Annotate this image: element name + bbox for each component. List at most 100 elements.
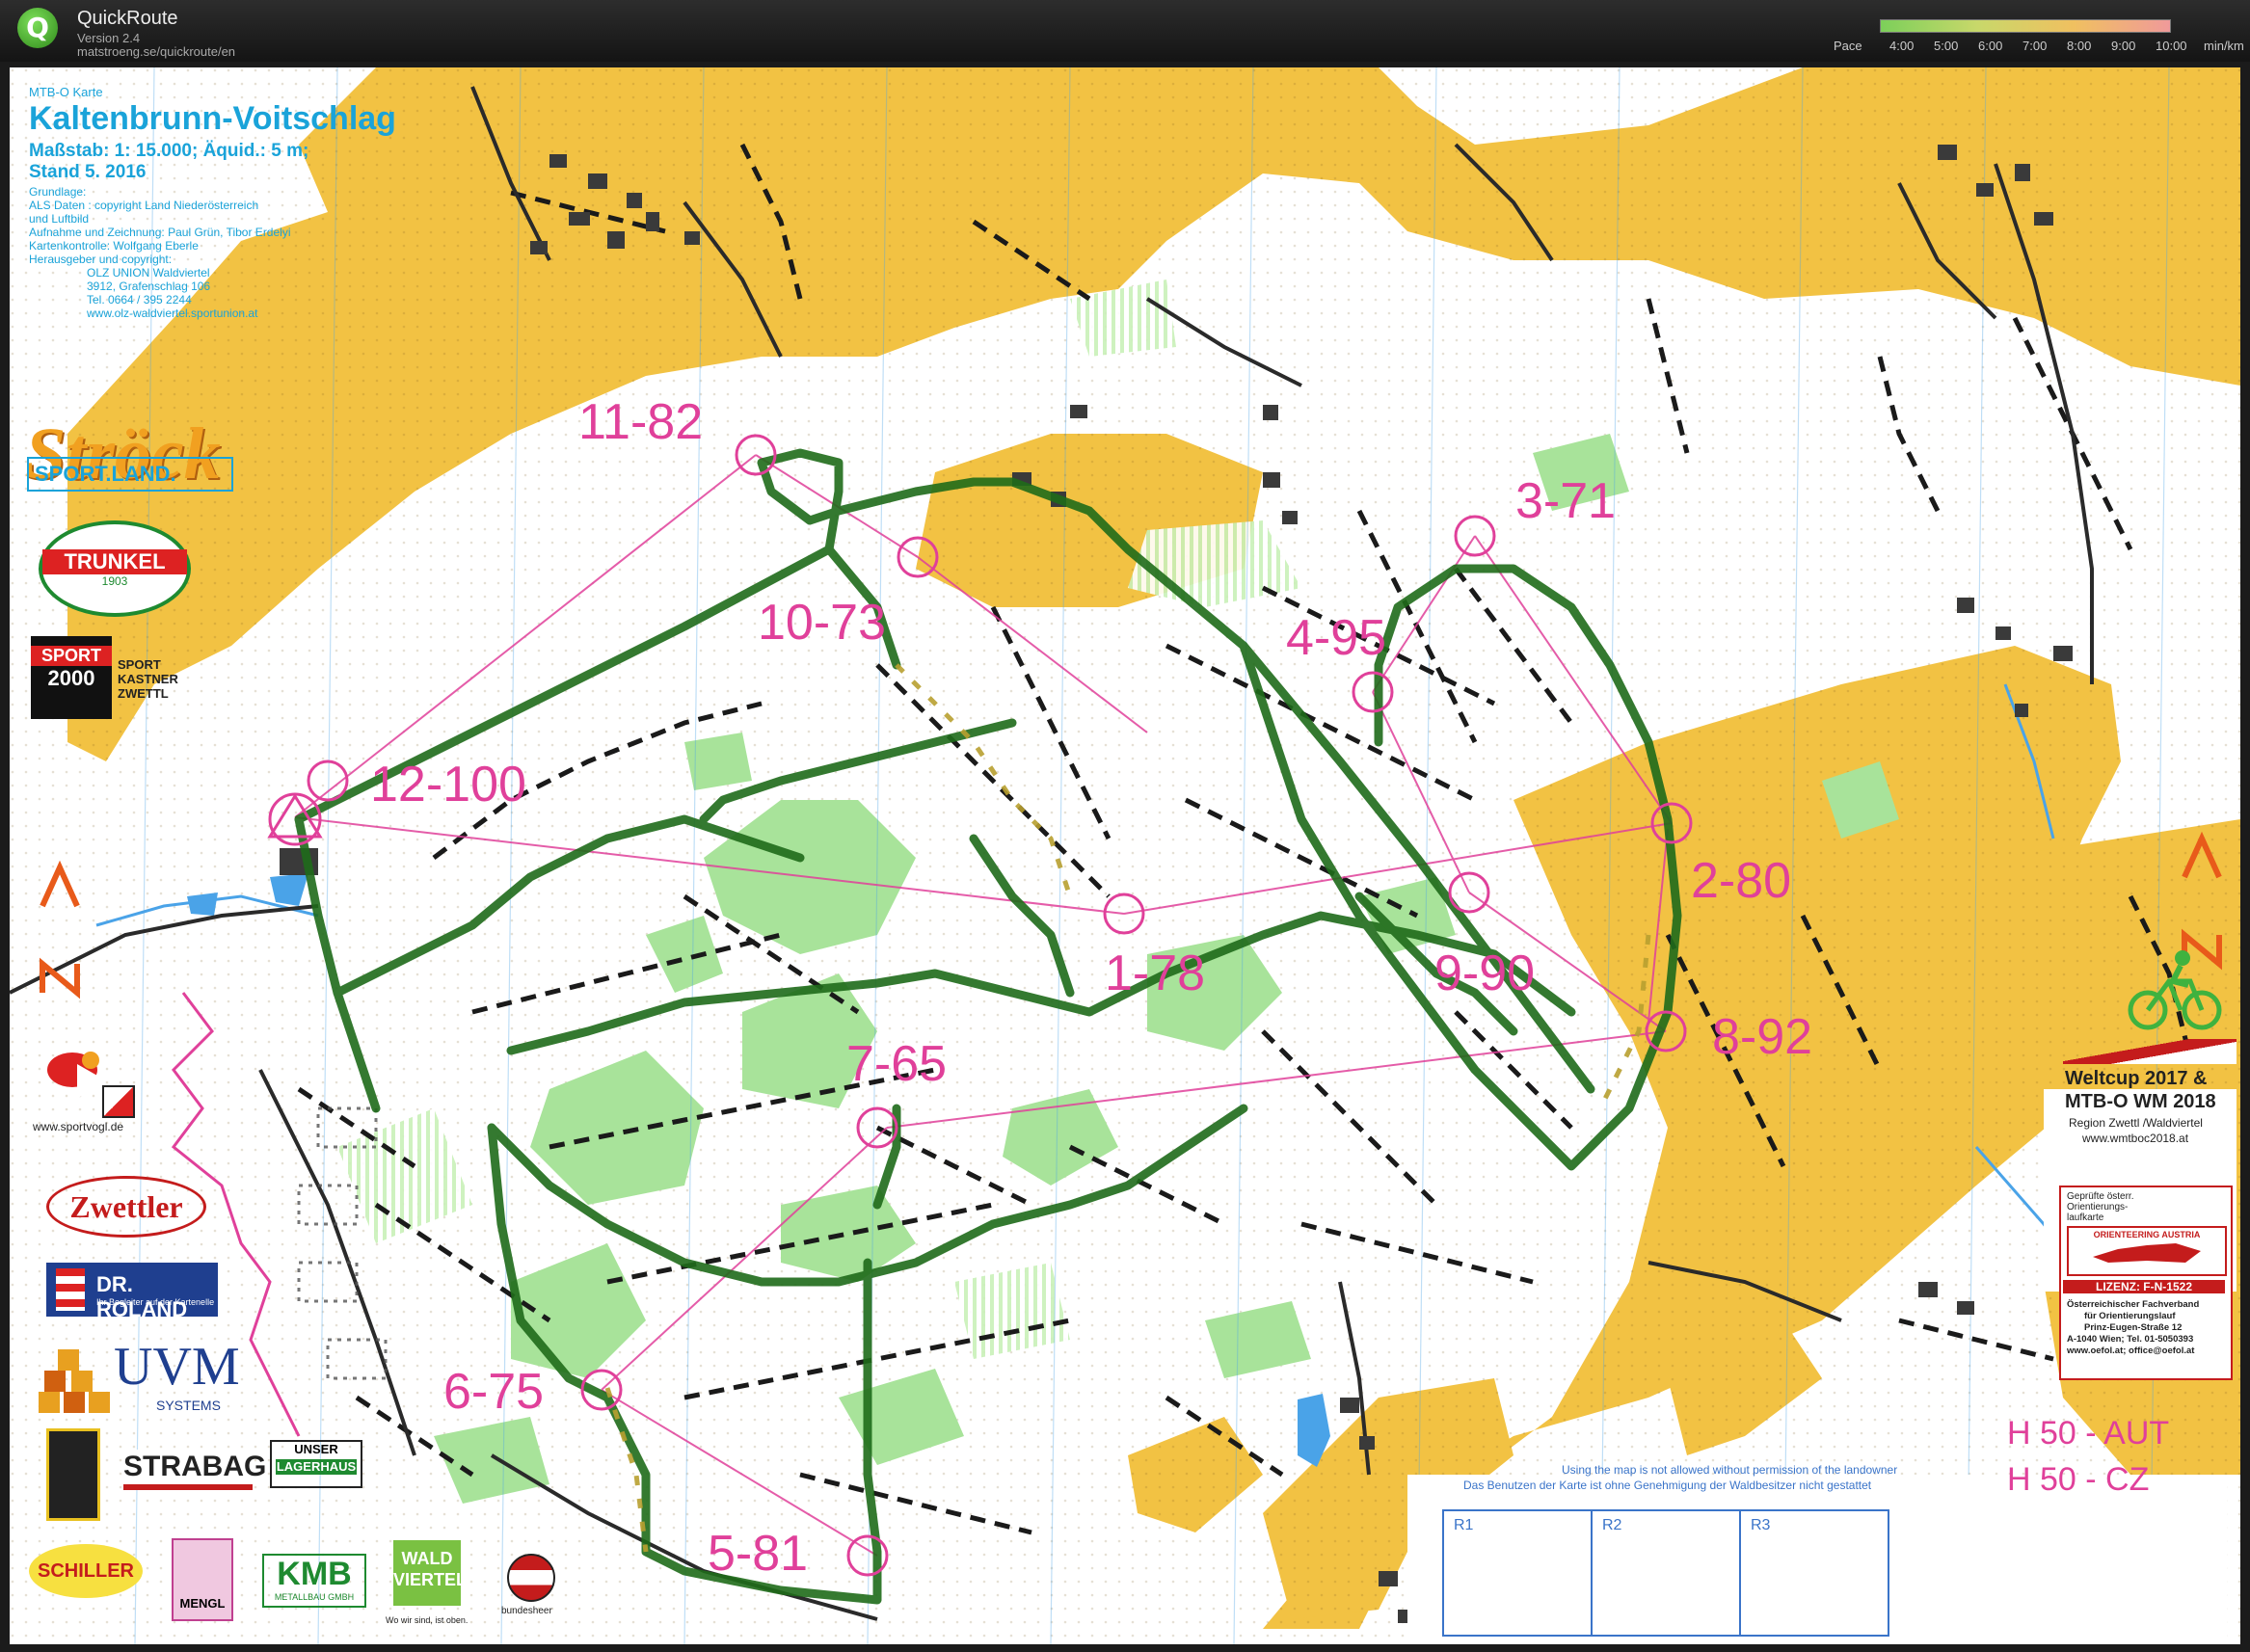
control-label-5: 5-81 bbox=[708, 1526, 809, 1582]
pace-unit: min/km bbox=[2204, 39, 2244, 53]
drroland-logo: DR. ROLAND Ihr Begleiter auf der Kartene… bbox=[46, 1263, 218, 1321]
pace-tick: 6:00 bbox=[1978, 39, 2003, 53]
license-address: Österreichischer Fachverband für Orienti… bbox=[2067, 1299, 2199, 1357]
license-top-line: Geprüfte österr. bbox=[2067, 1191, 2134, 1202]
uvm-sub: SYSTEMS bbox=[156, 1398, 221, 1413]
sportvogl-bird-icon bbox=[39, 1041, 106, 1099]
result-box-1[interactable]: R1 bbox=[1442, 1509, 1593, 1637]
map-scale: Maßstab: 1: 15.000; Äquid.: 5 m; bbox=[29, 141, 309, 161]
uvm-text: UVM bbox=[114, 1337, 240, 1397]
waldviertel-slogan: Wo wir sind, ist oben. bbox=[386, 1615, 469, 1625]
app-title-bar: Q QuickRoute Version 2.4 matstroeng.se/q… bbox=[0, 0, 2250, 62]
license-line: Prinz-Eugen-Straße 12 bbox=[2084, 1322, 2183, 1333]
strabag-logo: STRABAG bbox=[123, 1450, 266, 1490]
schiller-logo: SCHILLER bbox=[29, 1544, 143, 1598]
license-number: LIZENZ: F-N-1522 bbox=[2063, 1280, 2225, 1293]
license-top: Geprüfte österr. Orientierungs- laufkart… bbox=[2067, 1191, 2133, 1223]
map-type-line: MTB-O Karte bbox=[29, 85, 103, 99]
sport2000-top: SPORT bbox=[31, 646, 112, 666]
kastner-text: SPORT KASTNER ZWETTL bbox=[118, 657, 178, 701]
austria-flag-swoosh-icon bbox=[2063, 1039, 2237, 1064]
orienteering-flag-icon bbox=[102, 1085, 135, 1118]
trunkel-logo: TRUNKEL 1903 bbox=[39, 520, 191, 617]
control-label-10: 10-73 bbox=[758, 595, 886, 651]
license-box: Geprüfte österr. Orientierungs- laufkart… bbox=[2059, 1186, 2233, 1380]
credit-line: Aufnahme und Zeichnung: Paul Grün, Tibor… bbox=[29, 226, 291, 239]
result-box-label: R1 bbox=[1454, 1517, 1474, 1533]
control-label-8: 8-92 bbox=[1712, 1009, 1813, 1065]
notice-line-en: Using the map is not allowed without per… bbox=[1562, 1463, 1898, 1477]
wiener-zucker-logo-icon bbox=[46, 1428, 100, 1521]
app-title: QuickRoute bbox=[77, 8, 178, 29]
map-credits: Grundlage: ALS Daten : copyright Land Ni… bbox=[29, 185, 318, 320]
app-url[interactable]: matstroeng.se/quickroute/en bbox=[77, 44, 235, 59]
quickroute-logo-icon: Q bbox=[17, 8, 58, 48]
pace-tick: 10:00 bbox=[2156, 39, 2187, 53]
lighthouse-icon bbox=[56, 1268, 85, 1311]
result-box-3[interactable]: R3 bbox=[1739, 1509, 1889, 1637]
kmb-text: KMB bbox=[277, 1556, 352, 1592]
lagerhaus-logo: UNSER LAGERHAUS bbox=[270, 1440, 362, 1488]
weltcup-url: www.wmtboc2018.at bbox=[2082, 1132, 2189, 1145]
pace-color-scale bbox=[1880, 19, 2171, 33]
bundesheer-icon bbox=[507, 1554, 555, 1602]
license-top-line: Orientierungs- bbox=[2067, 1202, 2129, 1212]
pace-label: Pace bbox=[1834, 39, 1862, 53]
control-label-9: 9-90 bbox=[1434, 946, 1536, 1001]
result-box-2[interactable]: R2 bbox=[1591, 1509, 1741, 1637]
license-line: für Orientierungslauf bbox=[2084, 1311, 2176, 1321]
orienteering-map[interactable] bbox=[10, 67, 2240, 1644]
sportvogl-url: www.sportvogl.de bbox=[33, 1120, 124, 1133]
credit-line: www.olz-waldviertel.sportunion.at bbox=[87, 306, 258, 320]
weltcup-line3: Region Zwettl /Waldviertel bbox=[2069, 1116, 2203, 1130]
waldviertel-line: VIERTEL bbox=[393, 1570, 468, 1589]
kastner-line: KASTNER bbox=[118, 672, 178, 686]
control-label-11: 11-82 bbox=[578, 394, 704, 450]
drroland-sub: Ihr Begleiter auf der Kartenelle bbox=[96, 1297, 215, 1307]
weltcup-line1: Weltcup 2017 & bbox=[2065, 1068, 2208, 1089]
credit-line: Grundlage: bbox=[29, 185, 87, 199]
lagerhaus-line: LAGERHAUS bbox=[276, 1459, 357, 1475]
waldviertel-logo: WALD VIERTEL bbox=[393, 1540, 468, 1606]
credit-line: Kartenkontrolle: Wolfgang Eberle bbox=[29, 239, 199, 253]
bundesheer-text: bundesheer bbox=[501, 1606, 552, 1616]
kmb-logo: KMB METALLBAU GMBH bbox=[262, 1554, 366, 1608]
kmb-sub: METALLBAU GMBH bbox=[274, 1592, 355, 1602]
control-label-7: 7-65 bbox=[846, 1036, 948, 1092]
map-title: Kaltenbrunn-Voitschlag bbox=[29, 100, 396, 137]
zwettler-logo: Zwettler bbox=[46, 1176, 206, 1238]
mengl-logo: MENGL bbox=[172, 1538, 233, 1621]
license-line: www.oefol.at; office@oefol.at bbox=[2067, 1346, 2195, 1356]
pace-tick: 7:00 bbox=[2022, 39, 2048, 53]
control-label-12: 12-100 bbox=[370, 757, 526, 813]
pace-tick: 9:00 bbox=[2111, 39, 2136, 53]
credit-line: Herausgeber und copyright: bbox=[29, 253, 173, 266]
sportland-text: SPORT.LAND. bbox=[35, 462, 176, 486]
category-label-cz: H 50 - CZ bbox=[2007, 1461, 2150, 1498]
mengl-text: MENGL bbox=[179, 1596, 226, 1611]
lagerhaus-line: UNSER bbox=[294, 1442, 338, 1456]
notice-line-de: Das Benutzen der Karte ist ohne Genehmig… bbox=[1463, 1479, 1872, 1492]
credit-line: OLZ UNION Waldviertel bbox=[87, 266, 210, 280]
credit-line: 3912, Grafenschlag 106 bbox=[87, 280, 211, 293]
mtb-cyclist-icon bbox=[2127, 946, 2223, 1033]
license-line: Österreichischer Fachverband bbox=[2067, 1299, 2200, 1310]
credit-line: ALS Daten : copyright Land Niederösterre… bbox=[29, 199, 259, 212]
license-line: A-1040 Wien; Tel. 01-5050393 bbox=[2067, 1334, 2194, 1345]
pace-tick: 4:00 bbox=[1889, 39, 1915, 53]
map-canvas[interactable]: MTB-O Karte Kaltenbrunn-Voitschlag Maßst… bbox=[10, 67, 2240, 1644]
kastner-line: SPORT bbox=[118, 657, 161, 672]
uvm-cubes-icon bbox=[39, 1349, 112, 1413]
credit-line: Tel. 0664 / 395 2244 bbox=[87, 293, 192, 306]
austria-map-icon bbox=[2093, 1243, 2201, 1263]
result-box-label: R3 bbox=[1751, 1517, 1771, 1533]
trunkel-text: TRUNKEL bbox=[42, 549, 187, 574]
pace-tick: 8:00 bbox=[2067, 39, 2092, 53]
sport2000-logo: SPORT 2000 bbox=[31, 636, 112, 719]
sport2000-bottom: 2000 bbox=[47, 666, 95, 690]
kastner-line: ZWETTL bbox=[118, 686, 169, 701]
pace-tick: 5:00 bbox=[1934, 39, 1959, 53]
control-label-2: 2-80 bbox=[1691, 853, 1792, 909]
result-box-label: R2 bbox=[1602, 1517, 1622, 1533]
org-name: ORIENTEERING AUSTRIA bbox=[2093, 1230, 2201, 1239]
